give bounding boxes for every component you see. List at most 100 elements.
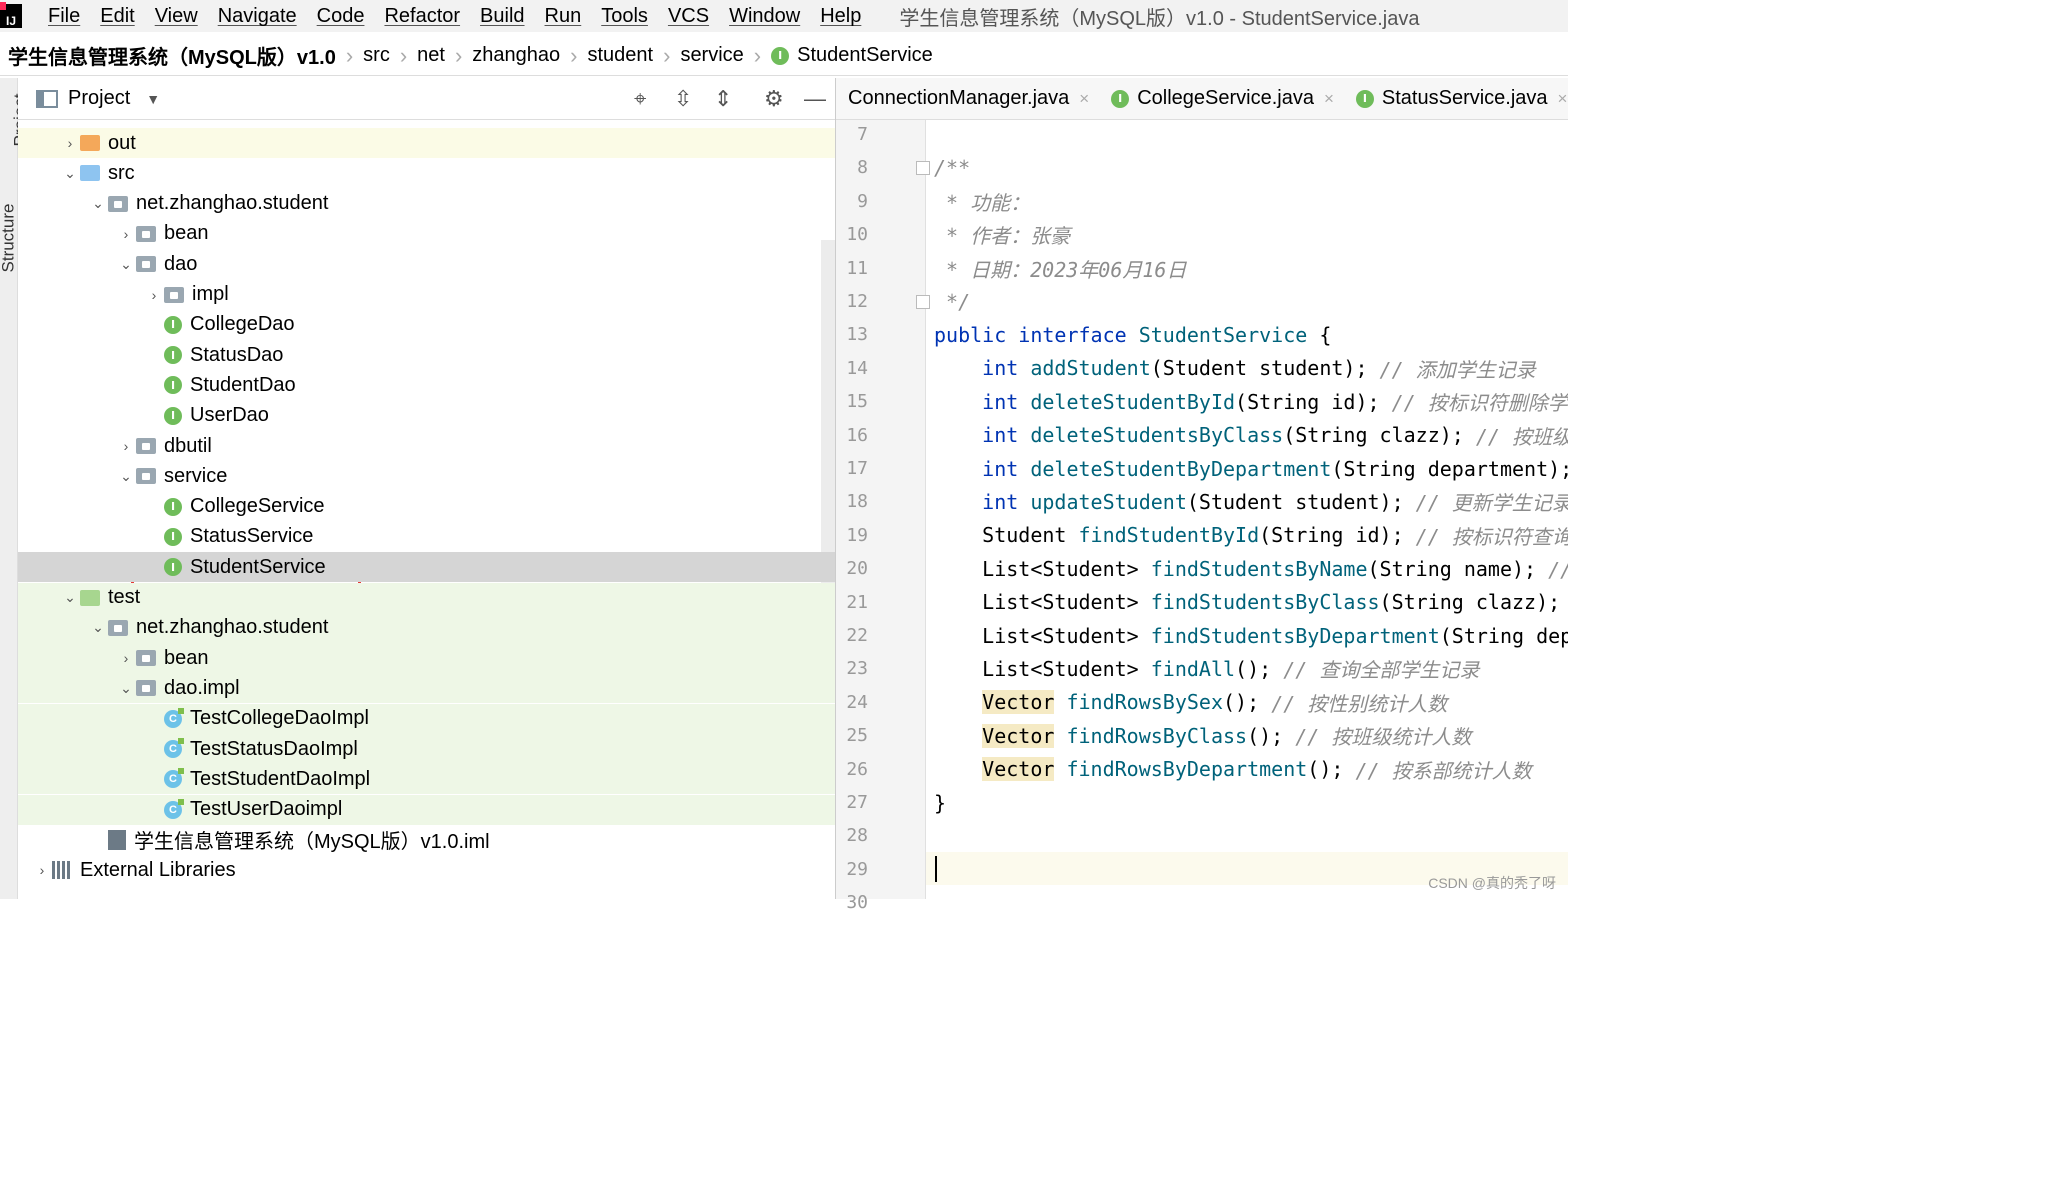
- tree-item[interactable]: › impl: [18, 280, 835, 310]
- tree-item-label: UserDao: [190, 404, 269, 427]
- code-token: ();: [1247, 723, 1296, 748]
- breadcrumb-zhanghao[interactable]: zhanghao: [468, 44, 564, 67]
- chevron-down-icon[interactable]: ⌄: [88, 195, 108, 212]
- code-token: findRowsBySex: [1066, 690, 1224, 715]
- tree-item[interactable]: I UserDao: [18, 401, 835, 431]
- menu-navigate[interactable]: Navigate: [208, 5, 307, 28]
- code-token: */: [934, 289, 971, 314]
- menu-window[interactable]: Window: [719, 5, 810, 28]
- left-tool-strip: Project Structure: [0, 78, 29, 899]
- breadcrumb-src[interactable]: src: [359, 44, 394, 67]
- project-panel-title[interactable]: Project: [68, 87, 130, 110]
- tree-item[interactable]: I CollegeDao: [18, 310, 835, 340]
- tree-item[interactable]: ⌄ dao: [18, 249, 835, 279]
- tree-item[interactable]: › dbutil: [18, 431, 835, 461]
- menu-file[interactable]: File: [38, 5, 90, 28]
- chevron-right-icon[interactable]: ›: [60, 135, 80, 151]
- menu-build[interactable]: Build: [470, 5, 534, 28]
- tree-item[interactable]: I CollegeService: [18, 492, 835, 522]
- code-token: Student: [934, 523, 1079, 548]
- editor: ConnectionManager.java × I CollegeService.j…: [836, 78, 1568, 913]
- line-number: 24: [846, 691, 868, 713]
- close-icon[interactable]: ×: [1558, 89, 1568, 109]
- class-icon: C: [164, 798, 184, 819]
- menu-code[interactable]: Code: [307, 5, 375, 28]
- chevron-down-icon[interactable]: ⌄: [116, 256, 136, 273]
- code-line: /**: [934, 151, 970, 184]
- chevron-down-icon[interactable]: ⌄: [116, 468, 136, 485]
- code-line: int deleteStudentsByClass (String clazz);…: [934, 419, 1568, 452]
- gear-icon[interactable]: ⚙: [764, 86, 784, 112]
- chevron-right-icon[interactable]: ›: [144, 287, 164, 303]
- breadcrumb-student[interactable]: student: [584, 44, 658, 67]
- code-token: deleteStudentsByClass: [1030, 423, 1284, 448]
- tree-item-label: service: [164, 464, 228, 487]
- locate-icon[interactable]: ⌖: [634, 86, 646, 112]
- code-token: // 按班级删除学生记录: [1475, 424, 1568, 449]
- editor-tab[interactable]: I StatusService.java ×: [1344, 78, 1568, 119]
- chevron-right-icon[interactable]: ›: [116, 226, 136, 242]
- code-area[interactable]: /** * 功能： * 作者：张豪 * 日期：2023年06月16日 */ pub…: [926, 120, 1568, 899]
- code-token: (String name);: [1367, 556, 1549, 581]
- tree-item[interactable]: ⌄ net.zhanghao.student: [18, 612, 835, 643]
- tree-item[interactable]: › External Libraries: [18, 855, 835, 885]
- breadcrumb-project[interactable]: 学生信息管理系统（MySQL版）v1.0: [4, 41, 340, 70]
- chevron-down-icon[interactable]: ⌄: [88, 619, 108, 636]
- menu-view[interactable]: View: [145, 5, 208, 28]
- menu-vcs[interactable]: VCS: [658, 5, 719, 28]
- collapse-all-icon[interactable]: ⇕: [714, 86, 732, 112]
- chevron-right-icon[interactable]: ›: [116, 438, 136, 454]
- editor-tab[interactable]: ConnectionManager.java ×: [836, 78, 1099, 119]
- tree-item[interactable]: ⌄ test: [18, 582, 835, 613]
- tree-item[interactable]: ⌄ dao.impl: [18, 673, 835, 704]
- tree-item[interactable]: ⌄ src: [18, 158, 835, 188]
- code-token: int: [982, 456, 1031, 481]
- tree-item[interactable]: I StatusService: [18, 522, 835, 552]
- chevron-right-icon[interactable]: ›: [116, 650, 136, 666]
- tree-item[interactable]: C TestCollegeDaoImpl: [18, 703, 835, 734]
- line-number-gutter: 7 8 9 10 11 12 13 14 15 16 17 18 19 20 21 22 23 24 25 26 27 2…: [836, 120, 930, 913]
- breadcrumb-net[interactable]: net: [413, 44, 449, 67]
- menu-edit[interactable]: Edit: [90, 5, 144, 28]
- code-token: (String department);: [1331, 456, 1568, 481]
- structure-side-tab[interactable]: Structure: [0, 204, 18, 273]
- code-line: * 日期：2023年06月16日: [934, 252, 1186, 285]
- tree-item-label: impl: [192, 283, 229, 305]
- code-line: List<Student> findAll (); // 查询全部学生记录: [934, 652, 1479, 685]
- code-token: findStudentById: [1078, 523, 1260, 548]
- tree-item[interactable]: I StatusDao: [18, 340, 835, 370]
- tree-item[interactable]: › bean: [18, 643, 835, 674]
- menu-tools[interactable]: Tools: [591, 5, 658, 28]
- tree-item[interactable]: I StudentService: [18, 552, 835, 583]
- tree-item[interactable]: ⌄ service: [18, 461, 835, 491]
- close-icon[interactable]: ×: [1079, 89, 1089, 109]
- expand-all-icon[interactable]: ⇳: [674, 86, 692, 112]
- close-icon[interactable]: ×: [1324, 89, 1334, 109]
- code-token: (String department);: [1439, 623, 1568, 648]
- tree-item[interactable]: ⌄ net.zhanghao.student: [18, 189, 835, 219]
- tree-item[interactable]: 学生信息管理系统（MySQL版）v1.0.iml: [18, 825, 835, 855]
- tree-item[interactable]: › bean: [18, 219, 835, 249]
- menu-refactor[interactable]: Refactor: [374, 5, 470, 28]
- tree-item[interactable]: C TestStudentDaoImpl: [18, 764, 835, 795]
- project-panel: Project ▼ ⌖ ⇳ ⇕ ⚙ — › out ⌄ src ⌄ net.zhangha…: [18, 78, 836, 899]
- package-icon: [136, 468, 156, 485]
- module-file-icon: [108, 829, 126, 850]
- tree-item[interactable]: › out: [18, 128, 835, 158]
- tree-item-label: TestStatusDaoImpl: [190, 737, 358, 760]
- chevron-down-icon[interactable]: ⌄: [60, 589, 80, 606]
- chevron-down-icon[interactable]: ⌄: [116, 680, 136, 697]
- minimize-icon[interactable]: —: [804, 86, 826, 112]
- tree-item[interactable]: C TestUserDaoimpl: [18, 794, 835, 825]
- menu-run[interactable]: Run: [535, 5, 592, 28]
- chevron-right-icon[interactable]: ›: [32, 862, 52, 878]
- chevron-down-icon[interactable]: ⌄: [60, 165, 80, 182]
- tree-item[interactable]: C TestStatusDaoImpl: [18, 734, 835, 764]
- breadcrumb-file[interactable]: I StudentService: [767, 44, 937, 67]
- tree-item[interactable]: I StudentDao: [18, 370, 835, 400]
- editor-tab[interactable]: I CollegeService.java ×: [1099, 78, 1344, 119]
- chevron-down-icon[interactable]: ▼: [146, 91, 160, 107]
- breadcrumb-service[interactable]: service: [676, 44, 747, 67]
- menu-help[interactable]: Help: [810, 5, 871, 28]
